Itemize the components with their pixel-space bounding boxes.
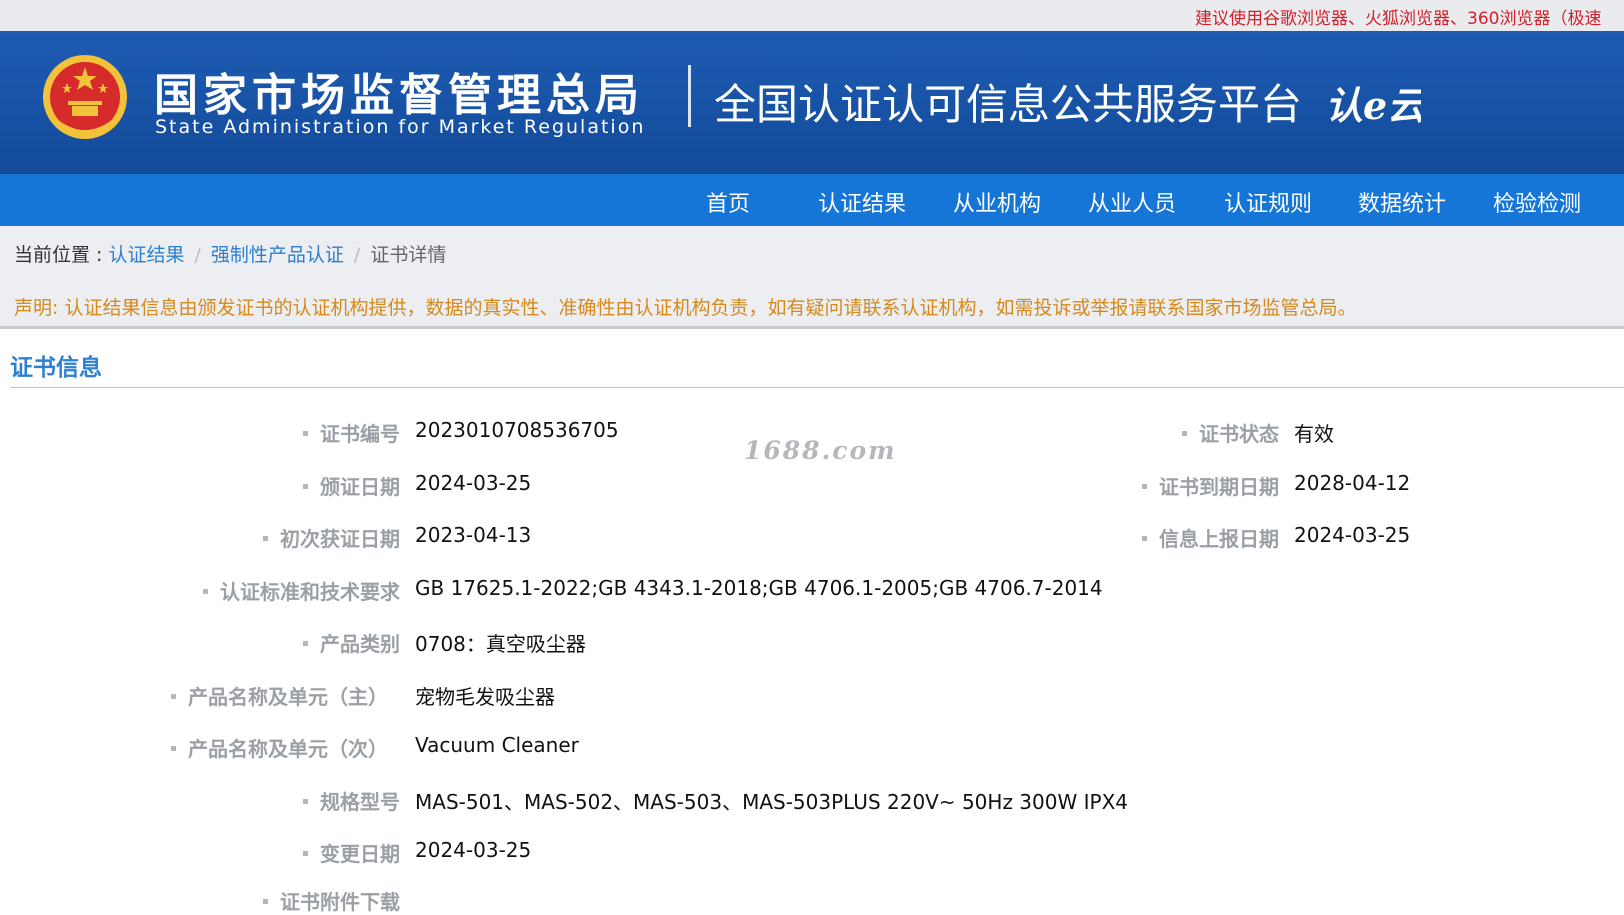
label-product-main: 产品名称及单元（主）: [171, 681, 388, 710]
bullet-icon: [263, 899, 268, 904]
breadcrumb: 当前位置 : 认证结果 / 强制性产品认证 / 证书详情: [14, 240, 446, 267]
value-standards: GB 17625.1-2022;GB 4343.1-2018;GB 4706.1…: [415, 576, 1103, 600]
label-category: 产品类别: [303, 628, 400, 657]
bullet-icon: [263, 536, 268, 541]
nav-personnel[interactable]: 从业人员: [1088, 186, 1176, 218]
nav-cert-results[interactable]: 认证结果: [818, 186, 906, 218]
breadcrumb-ccc[interactable]: 强制性产品认证: [211, 244, 344, 266]
nav-inspection[interactable]: 检验检测: [1493, 186, 1581, 218]
browser-tip-bar: 建议使用谷歌浏览器、火狐浏览器、360浏览器（极速: [0, 0, 1624, 31]
bullet-icon: [303, 641, 308, 646]
platform-title: 全国认证认可信息公共服务平台: [714, 80, 1303, 129]
bullet-icon: [303, 799, 308, 804]
label-cert-no: 证书编号: [303, 418, 400, 447]
main-nav: 首页 认证结果 从业机构 从业人员 认证规则 数据统计 检验检测: [0, 174, 1624, 226]
value-issue-date: 2024-03-25: [415, 471, 532, 495]
browser-tip: 建议使用谷歌浏览器、火狐浏览器、360浏览器（极速: [1195, 9, 1602, 29]
section-title: 证书信息: [10, 355, 102, 381]
nav-home[interactable]: 首页: [706, 186, 750, 218]
org-name-cn: 国家市场监督管理总局: [154, 70, 644, 121]
nav-statistics[interactable]: 数据统计: [1358, 186, 1446, 218]
bullet-icon: [203, 589, 208, 594]
breadcrumb-separator: /: [194, 244, 201, 266]
value-model: MAS-501、MAS-502、MAS-503、MAS-503PLUS 220V…: [415, 790, 1128, 814]
breadcrumb-prefix: 当前位置 :: [14, 244, 109, 266]
site-header: 国家市场监督管理总局 State Administration for Mark…: [0, 31, 1624, 174]
label-standards: 认证标准和技术要求: [203, 576, 400, 605]
bullet-icon: [171, 746, 176, 751]
bullet-icon: [1182, 431, 1187, 436]
disclaimer-notice: 声明: 认证结果信息由颁发证书的认证机构提供，数据的真实性、准确性由认证机构负责…: [14, 297, 1357, 319]
national-emblem-icon[interactable]: [40, 53, 130, 145]
section-divider: [10, 387, 1624, 388]
bullet-icon: [1142, 484, 1147, 489]
label-first-date: 初次获证日期: [263, 523, 400, 552]
breadcrumb-current: 证书详情: [370, 244, 447, 266]
bullet-icon: [303, 431, 308, 436]
bullet-icon: [171, 694, 176, 699]
label-expiry-date: 证书到期日期: [1142, 471, 1279, 500]
label-issue-date: 颁证日期: [303, 471, 400, 500]
bullet-icon: [1142, 536, 1147, 541]
value-expiry-date: 2028-04-12: [1294, 471, 1411, 495]
nav-institutions[interactable]: 从业机构: [953, 186, 1041, 218]
value-status: 有效: [1294, 422, 1334, 446]
bullet-icon: [303, 851, 308, 856]
label-attachment[interactable]: 证书附件下载: [263, 886, 400, 915]
org-name-en: State Administration for Market Regulati…: [155, 116, 646, 138]
value-cert-no: 2023010708536705: [415, 418, 619, 442]
value-product-main: 宠物毛发吸尘器: [415, 685, 555, 709]
logo-text-ren: 认e云: [1325, 83, 1421, 128]
header-divider: [688, 65, 691, 127]
label-status: 证书状态: [1182, 418, 1279, 447]
label-product-sub: 产品名称及单元（次）: [171, 733, 388, 762]
watermark: 1688.com: [744, 436, 897, 465]
label-model: 规格型号: [303, 786, 400, 815]
value-change-date: 2024-03-25: [415, 838, 532, 862]
nav-cert-rules[interactable]: 认证规则: [1224, 186, 1312, 218]
value-category: 0708：真空吸尘器: [415, 632, 586, 656]
label-change-date: 变更日期: [303, 838, 400, 867]
value-first-date: 2023-04-13: [415, 523, 532, 547]
breadcrumb-area: 当前位置 : 认证结果 / 强制性产品认证 / 证书详情 声明: 认证结果信息由颁发证书…: [0, 226, 1624, 326]
renzheng-cloud-logo[interactable]: 认e云: [1325, 67, 1421, 139]
breadcrumb-cert-results[interactable]: 认证结果: [108, 244, 184, 266]
value-report-date: 2024-03-25: [1294, 523, 1411, 547]
bullet-icon: [303, 484, 308, 489]
breadcrumb-separator: /: [353, 244, 361, 266]
breadcrumb-border: [0, 326, 1624, 329]
label-report-date: 信息上报日期: [1142, 523, 1279, 552]
value-product-sub: Vacuum Cleaner: [415, 733, 579, 757]
